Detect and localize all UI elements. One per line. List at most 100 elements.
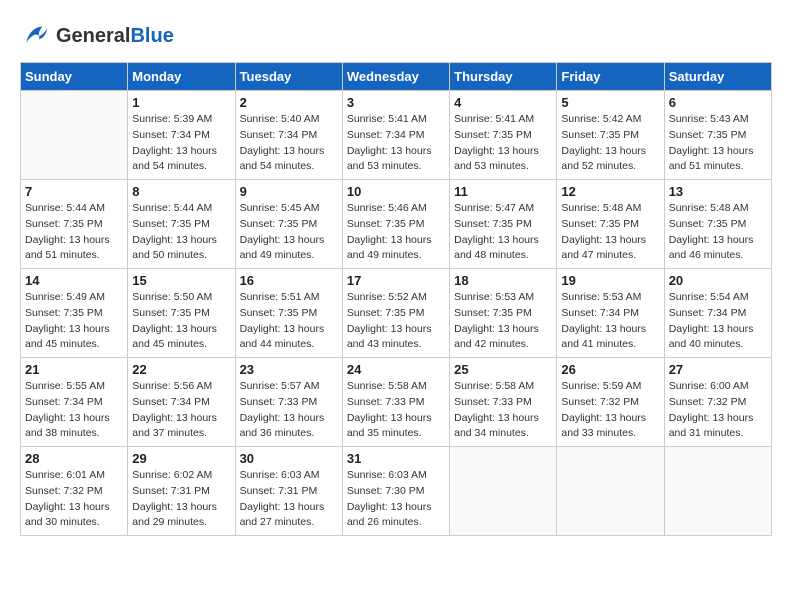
calendar-cell: 13Sunrise: 5:48 AM Sunset: 7:35 PM Dayli… [664, 180, 771, 269]
calendar-cell: 24Sunrise: 5:58 AM Sunset: 7:33 PM Dayli… [342, 358, 449, 447]
calendar-cell: 18 Sunrise: 5:53 AM Sunset: 7:35 PM Dayli… [450, 269, 557, 358]
day-info: Sunrise: 5:51 AM Sunset: 7:35 PM Dayligh… [240, 290, 338, 353]
day-header-thursday: Thursday [450, 63, 557, 91]
calendar-cell: 23 Sunrise: 5:57 AM Sunset: 7:33 PM Dayli… [235, 358, 342, 447]
calendar-cell: 5 Sunrise: 5:42 AM Sunset: 7:35 PM Daylig… [557, 91, 664, 180]
calendar-cell: 14 Sunrise: 5:49 AM Sunset: 7:35 PM Dayli… [21, 269, 128, 358]
day-number: 5 [561, 95, 659, 110]
calendar-cell: 11 Sunrise: 5:47 AM Sunset: 7:35 PM Dayli… [450, 180, 557, 269]
day-info: Sunrise: 6:03 AM Sunset: 7:31 PM Dayligh… [240, 468, 338, 531]
day-info: Sunrise: 5:54 AM Sunset: 7:34 PM Dayligh… [669, 290, 767, 353]
day-number: 23 [240, 362, 338, 377]
logo-text: GeneralBlue [56, 25, 174, 47]
calendar-cell: 1 Sunrise: 5:39 AM Sunset: 7:34 PM Daylig… [128, 91, 235, 180]
calendar-cell: 15 Sunrise: 5:50 AM Sunset: 7:35 PM Dayli… [128, 269, 235, 358]
week-row-3: 14 Sunrise: 5:49 AM Sunset: 7:35 PM Dayli… [21, 269, 772, 358]
day-info: Sunrise: 5:53 AM Sunset: 7:35 PM Dayligh… [454, 290, 552, 353]
calendar-cell: 31 Sunrise: 6:03 AM Sunset: 7:30 PM Dayli… [342, 447, 449, 536]
day-info: Sunrise: 5:53 AM Sunset: 7:34 PM Dayligh… [561, 290, 659, 353]
day-info: Sunrise: 5:43 AM Sunset: 7:35 PM Dayligh… [669, 112, 767, 175]
calendar-cell: 26 Sunrise: 5:59 AM Sunset: 7:32 PM Dayli… [557, 358, 664, 447]
day-headers-row: SundayMondayTuesdayWednesdayThursdayFrid… [21, 63, 772, 91]
week-row-4: 21Sunrise: 5:55 AM Sunset: 7:34 PM Dayli… [21, 358, 772, 447]
calendar-cell: 16 Sunrise: 5:51 AM Sunset: 7:35 PM Dayli… [235, 269, 342, 358]
day-info: Sunrise: 5:50 AM Sunset: 7:35 PM Dayligh… [132, 290, 230, 353]
day-info: Sunrise: 5:41 AM Sunset: 7:34 PM Dayligh… [347, 112, 445, 175]
day-info: Sunrise: 5:47 AM Sunset: 7:35 PM Dayligh… [454, 201, 552, 264]
day-number: 6 [669, 95, 767, 110]
calendar-cell: 7 Sunrise: 5:44 AM Sunset: 7:35 PM Daylig… [21, 180, 128, 269]
day-number: 31 [347, 451, 445, 466]
calendar-cell: 12Sunrise: 5:48 AM Sunset: 7:35 PM Dayli… [557, 180, 664, 269]
day-number: 8 [132, 184, 230, 199]
day-info: Sunrise: 5:58 AM Sunset: 7:33 PM Dayligh… [454, 379, 552, 442]
day-info: Sunrise: 5:45 AM Sunset: 7:35 PM Dayligh… [240, 201, 338, 264]
day-number: 9 [240, 184, 338, 199]
day-number: 11 [454, 184, 552, 199]
calendar-cell [21, 91, 128, 180]
day-number: 2 [240, 95, 338, 110]
week-row-1: 1 Sunrise: 5:39 AM Sunset: 7:34 PM Daylig… [21, 91, 772, 180]
day-header-tuesday: Tuesday [235, 63, 342, 91]
calendar-cell [450, 447, 557, 536]
calendar-cell: 25 Sunrise: 5:58 AM Sunset: 7:33 PM Dayli… [450, 358, 557, 447]
calendar-cell: 17 Sunrise: 5:52 AM Sunset: 7:35 PM Dayli… [342, 269, 449, 358]
day-number: 7 [25, 184, 123, 199]
calendar-cell [557, 447, 664, 536]
day-header-saturday: Saturday [664, 63, 771, 91]
day-info: Sunrise: 6:01 AM Sunset: 7:32 PM Dayligh… [25, 468, 123, 531]
day-number: 3 [347, 95, 445, 110]
day-number: 1 [132, 95, 230, 110]
day-info: Sunrise: 5:39 AM Sunset: 7:34 PM Dayligh… [132, 112, 230, 175]
logo-bird-icon [20, 20, 52, 52]
week-row-2: 7 Sunrise: 5:44 AM Sunset: 7:35 PM Daylig… [21, 180, 772, 269]
calendar-cell: 28 Sunrise: 6:01 AM Sunset: 7:32 PM Dayli… [21, 447, 128, 536]
day-number: 26 [561, 362, 659, 377]
calendar-cell: 8 Sunrise: 5:44 AM Sunset: 7:35 PM Daylig… [128, 180, 235, 269]
day-number: 4 [454, 95, 552, 110]
day-number: 16 [240, 273, 338, 288]
day-info: Sunrise: 5:44 AM Sunset: 7:35 PM Dayligh… [25, 201, 123, 264]
day-number: 27 [669, 362, 767, 377]
day-info: Sunrise: 5:40 AM Sunset: 7:34 PM Dayligh… [240, 112, 338, 175]
day-number: 22 [132, 362, 230, 377]
calendar-cell: 4Sunrise: 5:41 AM Sunset: 7:35 PM Daylig… [450, 91, 557, 180]
day-info: Sunrise: 5:58 AM Sunset: 7:33 PM Dayligh… [347, 379, 445, 442]
day-info: Sunrise: 6:02 AM Sunset: 7:31 PM Dayligh… [132, 468, 230, 531]
day-info: Sunrise: 5:42 AM Sunset: 7:35 PM Dayligh… [561, 112, 659, 175]
calendar-cell: 27Sunrise: 6:00 AM Sunset: 7:32 PM Dayli… [664, 358, 771, 447]
day-number: 17 [347, 273, 445, 288]
day-number: 25 [454, 362, 552, 377]
day-number: 10 [347, 184, 445, 199]
calendar-cell: 22Sunrise: 5:56 AM Sunset: 7:34 PM Dayli… [128, 358, 235, 447]
day-number: 18 [454, 273, 552, 288]
day-info: Sunrise: 5:59 AM Sunset: 7:32 PM Dayligh… [561, 379, 659, 442]
day-number: 28 [25, 451, 123, 466]
day-number: 21 [25, 362, 123, 377]
calendar-cell: 6 Sunrise: 5:43 AM Sunset: 7:35 PM Daylig… [664, 91, 771, 180]
day-number: 20 [669, 273, 767, 288]
day-info: Sunrise: 5:44 AM Sunset: 7:35 PM Dayligh… [132, 201, 230, 264]
day-number: 14 [25, 273, 123, 288]
day-header-monday: Monday [128, 63, 235, 91]
day-number: 15 [132, 273, 230, 288]
day-info: Sunrise: 5:49 AM Sunset: 7:35 PM Dayligh… [25, 290, 123, 353]
day-info: Sunrise: 5:48 AM Sunset: 7:35 PM Dayligh… [561, 201, 659, 264]
week-row-5: 28 Sunrise: 6:01 AM Sunset: 7:32 PM Dayli… [21, 447, 772, 536]
day-info: Sunrise: 6:03 AM Sunset: 7:30 PM Dayligh… [347, 468, 445, 531]
calendar-cell: 29 Sunrise: 6:02 AM Sunset: 7:31 PM Dayli… [128, 447, 235, 536]
day-info: Sunrise: 5:57 AM Sunset: 7:33 PM Dayligh… [240, 379, 338, 442]
day-number: 19 [561, 273, 659, 288]
calendar-table: SundayMondayTuesdayWednesdayThursdayFrid… [20, 62, 772, 536]
calendar-cell: 21Sunrise: 5:55 AM Sunset: 7:34 PM Dayli… [21, 358, 128, 447]
day-header-wednesday: Wednesday [342, 63, 449, 91]
day-info: Sunrise: 5:52 AM Sunset: 7:35 PM Dayligh… [347, 290, 445, 353]
day-number: 29 [132, 451, 230, 466]
day-header-friday: Friday [557, 63, 664, 91]
day-info: Sunrise: 5:46 AM Sunset: 7:35 PM Dayligh… [347, 201, 445, 264]
day-number: 13 [669, 184, 767, 199]
calendar-cell: 20 Sunrise: 5:54 AM Sunset: 7:34 PM Dayli… [664, 269, 771, 358]
day-header-sunday: Sunday [21, 63, 128, 91]
calendar-cell: 9 Sunrise: 5:45 AM Sunset: 7:35 PM Daylig… [235, 180, 342, 269]
calendar-cell: 2 Sunrise: 5:40 AM Sunset: 7:34 PM Daylig… [235, 91, 342, 180]
